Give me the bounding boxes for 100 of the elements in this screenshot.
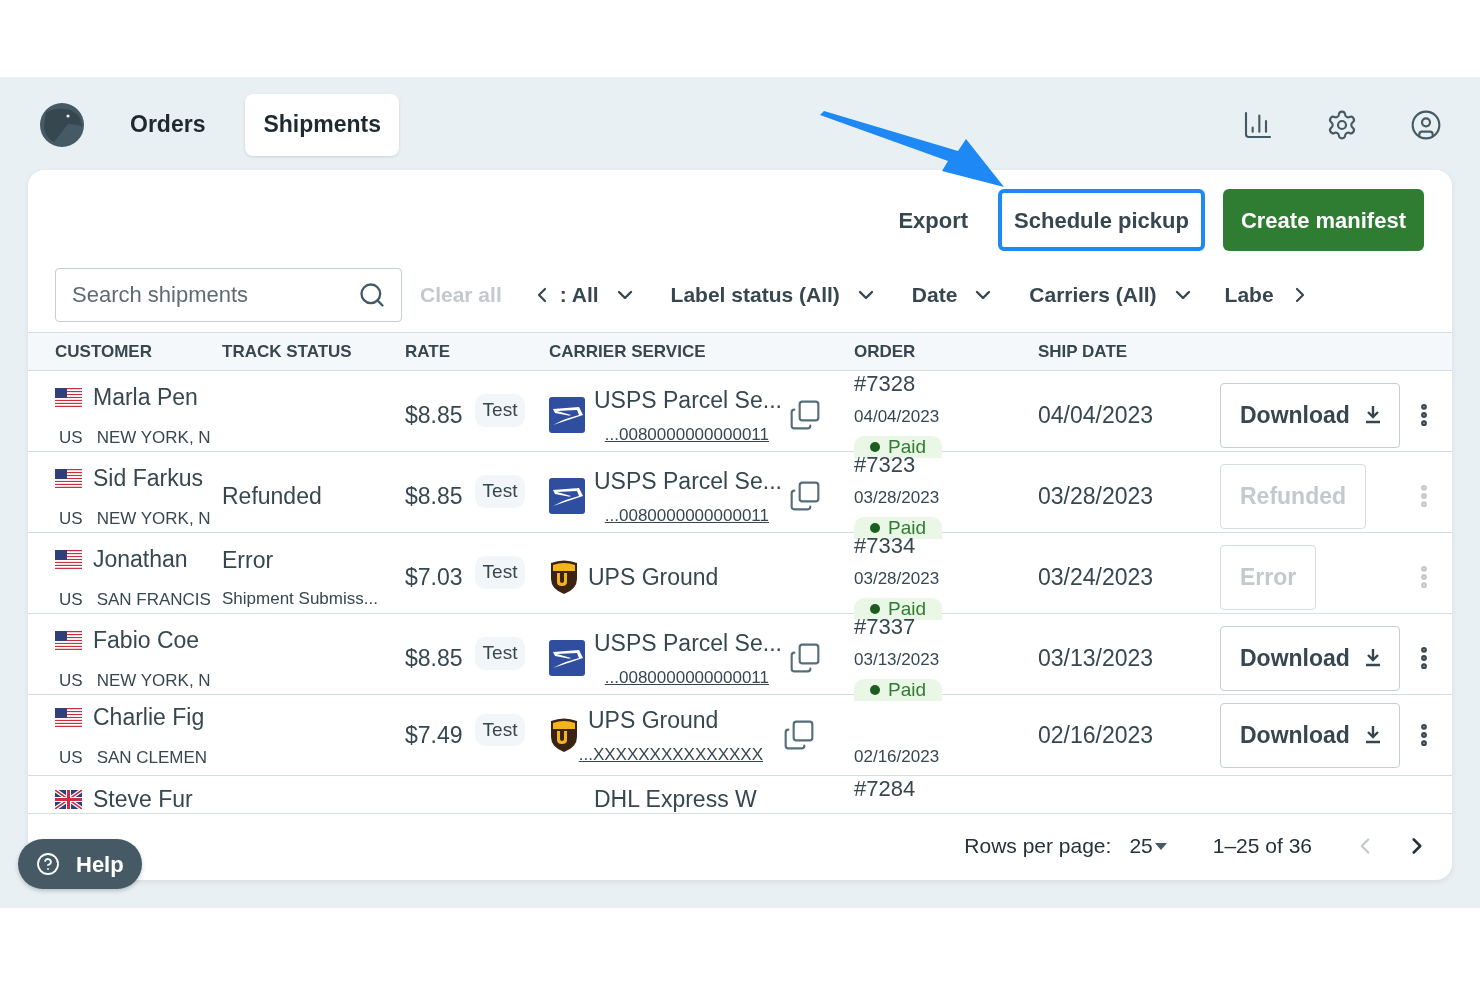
toolbar-button[interactable]: Export bbox=[886, 189, 981, 251]
test-badge: Test bbox=[474, 637, 526, 670]
order-date: 04/04/2023 bbox=[854, 406, 940, 428]
customer-name: Sid Farkus bbox=[93, 464, 203, 494]
country-code: US bbox=[59, 669, 83, 692]
city-text: NEW YORK, N bbox=[96, 426, 211, 449]
carrier-service: USPS Parcel Se... bbox=[594, 467, 782, 497]
customer-name: Jonathan bbox=[93, 545, 188, 575]
order-number: #7284 bbox=[854, 776, 917, 800]
column-header: ORDER bbox=[854, 340, 917, 363]
page-range: 1–25 of 36 bbox=[1212, 832, 1312, 859]
copy-icon[interactable] bbox=[789, 399, 821, 432]
help-button[interactable]: Help bbox=[18, 839, 142, 889]
column-header: CUSTOMER bbox=[55, 340, 153, 363]
row-action-button[interactable]: Download bbox=[1220, 382, 1400, 448]
test-badge: Test bbox=[474, 475, 526, 508]
test-badge: Test bbox=[474, 713, 526, 747]
rate-text: $7.03 bbox=[405, 563, 463, 592]
rows-per-page-select[interactable]: 25 bbox=[1129, 829, 1167, 862]
track-status: Refunded bbox=[222, 482, 323, 511]
carrier-service: DHL Express W bbox=[593, 785, 758, 814]
column-header: TRACK STATUS bbox=[222, 340, 353, 363]
ship-date: 02/16/2023 bbox=[1038, 720, 1155, 750]
tracking-link[interactable]: ...0080000000000011 bbox=[604, 421, 769, 448]
carrier-service: USPS Parcel Se... bbox=[594, 386, 782, 416]
download-icon bbox=[1365, 649, 1380, 668]
order-date: 03/28/2023 bbox=[854, 487, 940, 509]
us-flag-icon bbox=[55, 469, 82, 488]
create-manifest-button[interactable]: Create manifest bbox=[1222, 189, 1424, 251]
carrier-service: UPS Ground bbox=[588, 706, 719, 735]
paid-badge: Paid bbox=[854, 516, 943, 539]
paid-badge: Paid bbox=[854, 597, 943, 620]
country-code: US bbox=[59, 746, 83, 769]
test-badge: Test bbox=[474, 556, 526, 589]
tracking-link[interactable]: ...XXXXXXXXXXXXXXX bbox=[578, 741, 763, 767]
country-code: US bbox=[59, 426, 83, 449]
tracking-link[interactable]: ...0080000000000011 bbox=[604, 664, 769, 691]
country-code: US bbox=[59, 507, 83, 530]
customer-name: Marla Pen bbox=[93, 383, 198, 413]
track-detail: Shipment Submiss... bbox=[222, 587, 379, 610]
ship-date: 03/24/2023 bbox=[1038, 563, 1155, 592]
column-header: SHIP DATE bbox=[1038, 340, 1129, 363]
filter-dropdown[interactable]: : All bbox=[559, 279, 637, 311]
nav-tab[interactable]: Shipments bbox=[245, 93, 399, 156]
help-icon bbox=[36, 852, 60, 876]
eagle-logo-icon bbox=[549, 640, 585, 677]
order-number: #7328 bbox=[854, 373, 916, 395]
city-text: SAN CLEMEN bbox=[96, 746, 208, 769]
filter-dropdown[interactable]: Label status (All) bbox=[670, 279, 878, 311]
ship-date: 03/28/2023 bbox=[1038, 482, 1155, 511]
rows-per-page-label: Rows per page: bbox=[964, 832, 1112, 859]
us-flag-icon bbox=[55, 550, 82, 569]
city-text: NEW YORK, N bbox=[96, 507, 211, 530]
filter-dropdown[interactable]: Carriers (All) bbox=[1029, 279, 1195, 311]
eagle-logo-icon bbox=[549, 478, 585, 515]
test-badge: Test bbox=[474, 394, 526, 427]
nav-tab[interactable]: Orders bbox=[112, 93, 224, 156]
copy-icon[interactable] bbox=[783, 719, 815, 751]
us-flag-icon bbox=[55, 388, 82, 407]
caret-icon bbox=[1154, 843, 1167, 850]
customer-name: Charlie Fig bbox=[93, 703, 205, 732]
customer-name: Steve Fur bbox=[93, 785, 193, 814]
account-icon[interactable] bbox=[1410, 108, 1442, 141]
paid-badge: Paid bbox=[854, 678, 943, 701]
ship-date: 04/04/2023 bbox=[1038, 401, 1155, 430]
toolbar-button[interactable]: Schedule pickup bbox=[998, 189, 1205, 251]
row-action-button[interactable]: Download bbox=[1220, 702, 1400, 768]
tracking-link[interactable]: ...0080000000000011 bbox=[604, 502, 769, 529]
ship-date: 03/13/2023 bbox=[1038, 644, 1155, 673]
order-date: 02/16/2023 bbox=[854, 745, 940, 768]
column-header: CARRIER SERVICE bbox=[549, 340, 707, 363]
copy-icon[interactable] bbox=[789, 642, 821, 675]
column-header: RATE bbox=[405, 340, 451, 363]
row-action-button[interactable]: Download bbox=[1220, 625, 1400, 691]
track-status: Error bbox=[222, 546, 275, 576]
carrier-service: UPS Ground bbox=[588, 563, 719, 592]
shield-logo-icon bbox=[549, 717, 579, 753]
download-icon bbox=[1365, 406, 1380, 425]
order-date: 03/28/2023 bbox=[854, 568, 940, 590]
rate-text: $8.85 bbox=[405, 482, 463, 511]
eagle-logo-icon bbox=[549, 397, 585, 434]
city-text: NEW YORK, N bbox=[96, 669, 211, 692]
country-code: US bbox=[59, 588, 83, 611]
carrier-service: USPS Parcel Se... bbox=[594, 629, 782, 659]
filter-dropdown[interactable]: Labe bbox=[1224, 279, 1274, 311]
us-flag-icon bbox=[55, 707, 82, 727]
uk-flag-icon bbox=[55, 789, 82, 809]
settings-icon[interactable] bbox=[1326, 108, 1358, 141]
us-flag-icon bbox=[55, 631, 82, 650]
order-date: 03/13/2023 bbox=[854, 649, 940, 671]
rate-text: $8.85 bbox=[405, 644, 463, 673]
city-text: SAN FRANCIS bbox=[96, 588, 211, 611]
paid-badge: Paid bbox=[854, 435, 943, 458]
rate-text: $8.85 bbox=[405, 401, 463, 430]
search-icon[interactable] bbox=[358, 281, 386, 309]
search-field[interactable]: Search shipments bbox=[55, 268, 402, 322]
rate-text: $7.49 bbox=[405, 720, 463, 750]
shield-logo-icon bbox=[549, 559, 579, 596]
copy-icon[interactable] bbox=[789, 480, 821, 513]
filter-dropdown[interactable]: Date bbox=[911, 279, 996, 311]
